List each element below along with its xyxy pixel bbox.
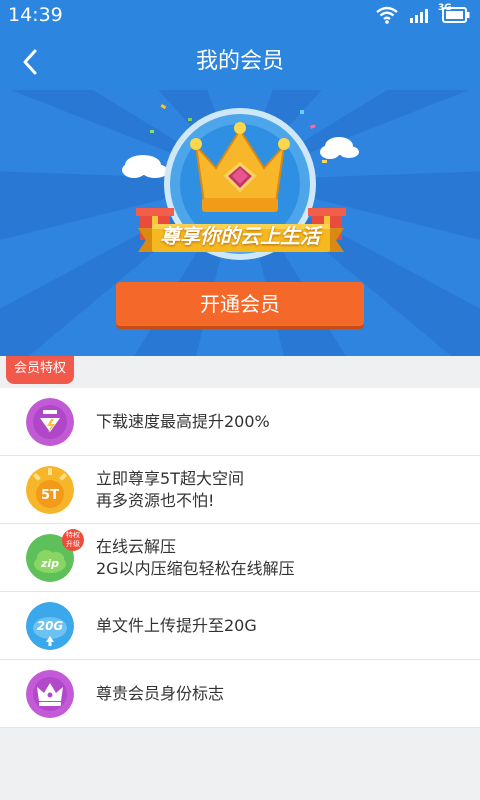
download-speed-icon [26,398,74,446]
list-item: zip 特权 升级 在线云解压 2G以内压缩包轻松在线解压 [0,524,480,592]
status-bar: 14:39 3G [0,0,480,34]
feature-text: 在线云解压 2G以内压缩包轻松在线解压 [96,524,295,592]
privilege-list: 下载速度最高提升200% 5T 立即尊享5T超大空间 再多资源也不怕! zip [0,388,480,728]
privilege-tag: 会员特权 [6,356,74,384]
upgrade-badge: 特权 升级 [62,529,84,551]
wifi-icon [376,6,398,24]
status-time: 14:39 [8,4,63,26]
feature-title: 立即尊享5T超大空间 [96,469,244,488]
title-bar: 我的会员 [0,34,480,90]
status-icons: 3G [376,3,470,24]
feature-text: 尊贵会员身份标志 [96,660,224,728]
storage-5t-icon: 5T [26,466,74,514]
list-item: 5T 立即尊享5T超大空间 再多资源也不怕! [0,456,480,524]
feature-title: 在线云解压 [96,537,177,556]
list-item: 下载速度最高提升200% [0,388,480,456]
member-banner: 尊享你的云上生活 开通会员 [0,90,480,356]
vip-crown-icon [26,670,74,718]
feature-title: 单文件上传提升至20G [96,616,257,635]
feature-text: 单文件上传提升至20G [96,592,257,660]
feature-subtitle: 2G以内压缩包轻松在线解压 [96,559,295,578]
feature-subtitle: 再多资源也不怕! [96,491,215,510]
open-membership-button[interactable]: 开通会员 [116,282,364,326]
feature-text: 立即尊享5T超大空间 再多资源也不怕! [96,456,244,524]
upload-20g-label: 20G [37,619,64,633]
upgrade-badge-text: 特权 升级 [66,531,80,548]
feature-text: 下载速度最高提升200% [96,388,270,456]
list-item: 尊贵会员身份标志 [0,660,480,728]
network-type-label: 3G [438,3,452,13]
zip-label: zip [40,557,59,570]
storage-5t-label: 5T [41,488,59,503]
upload-20g-icon: 20G [26,602,74,650]
list-item: 20G 单文件上传提升至20G [0,592,480,660]
signal-icon: 3G [408,3,452,24]
slogan-text: 尊享你的云上生活 [160,224,320,248]
feature-title: 下载速度最高提升200% [96,412,270,431]
feature-title: 尊贵会员身份标志 [96,684,225,703]
page-title: 我的会员 [195,49,284,74]
